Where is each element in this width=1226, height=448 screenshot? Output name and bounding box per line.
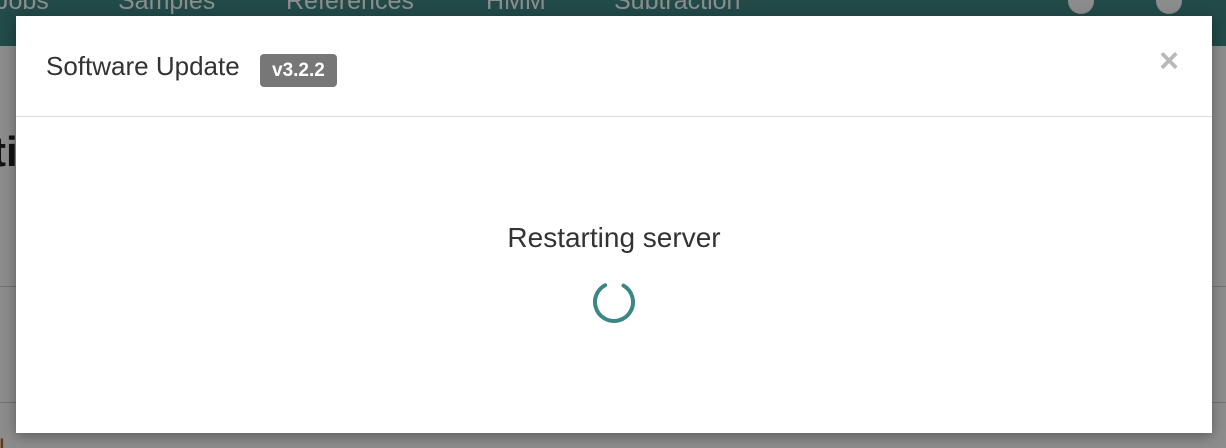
software-update-modal: Software Update v3.2.2 × Restarting serv… — [16, 16, 1212, 433]
modal-body: Restarting server — [16, 117, 1212, 433]
status-text: Restarting server — [507, 222, 721, 253]
version-badge: v3.2.2 — [260, 54, 337, 87]
loading-spinner-icon — [593, 281, 635, 323]
close-icon[interactable]: × — [1154, 44, 1184, 78]
modal-header: Software Update v3.2.2 × — [16, 16, 1212, 117]
modal-title: Software Update — [46, 51, 240, 81]
